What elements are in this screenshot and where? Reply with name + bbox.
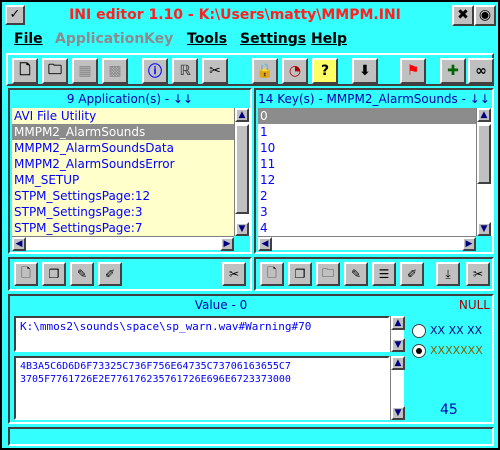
- scroll-left-icon[interactable]: ◀: [258, 237, 272, 251]
- menu-bar: File Application Key Tools Settings Help: [2, 30, 498, 50]
- copy-application-icon[interactable]: ❐: [42, 262, 66, 286]
- applications-hscrollbar[interactable]: ◀ ▶: [12, 236, 234, 251]
- delete-application-icon[interactable]: ✂: [222, 262, 246, 286]
- list-item[interactable]: MMPM2_AlarmSounds: [12, 124, 234, 140]
- scroll-down-icon[interactable]: ▼: [235, 222, 249, 236]
- menu-key[interactable]: Key: [144, 30, 173, 48]
- cut-icon[interactable]: ✂: [202, 58, 228, 84]
- scroll-up-icon[interactable]: ▲: [391, 316, 405, 330]
- download-icon[interactable]: ⬇: [352, 58, 378, 84]
- edit-application-icon[interactable]: ✐: [98, 262, 122, 286]
- restore-icon[interactable]: ◉: [474, 5, 496, 26]
- list-item[interactable]: STPM_SettingsPage:12: [12, 188, 234, 204]
- menu-help[interactable]: Help: [311, 30, 347, 48]
- new-application-icon[interactable]: 🗋: [14, 262, 38, 286]
- list-item[interactable]: 1: [258, 124, 476, 140]
- hex-format-radio[interactable]: [412, 324, 426, 338]
- add-icon[interactable]: ✚: [440, 58, 466, 84]
- move-key-icon[interactable]: ⤓: [436, 262, 460, 286]
- question-icon[interactable]: ?: [312, 58, 338, 84]
- value-header: Value - 0: [194, 298, 248, 312]
- copy-key-icon[interactable]: ❐: [288, 262, 312, 286]
- edit-key-icon[interactable]: ✎: [344, 262, 368, 286]
- applications-pane: 9 Application(s) - ↓↓ AVI File Utility M…: [8, 88, 252, 254]
- value-hex-field[interactable]: 4B3A5C6D6D6F73325C736F756E64735C73706163…: [14, 356, 390, 420]
- minimize-icon[interactable]: ✖: [452, 5, 474, 26]
- scroll-thumb[interactable]: [477, 124, 491, 184]
- list-item[interactable]: 10: [258, 140, 476, 156]
- list-item[interactable]: STPM_SettingsPage:3: [12, 204, 234, 220]
- rename-application-icon[interactable]: ✎: [70, 262, 94, 286]
- scroll-up-icon[interactable]: ▲: [391, 356, 405, 370]
- hex-format-label: XX XX XX: [430, 324, 483, 337]
- applications-list[interactable]: AVI File Utility MMPM2_AlarmSounds MMPM2…: [12, 108, 234, 236]
- rename-key-icon[interactable]: ✐: [400, 262, 424, 286]
- info-icon[interactable]: ⓘ: [142, 58, 168, 84]
- applications-toolbar: 🗋 ❐ ✎ ✐ ✂: [8, 257, 252, 291]
- value-length: 45: [440, 402, 458, 418]
- value-pane: Value - 0 NULL K:\mmos2\sounds\space\sp_…: [8, 294, 494, 424]
- ini-editor-window: ✓ INI editor 1.10 - K:\Users\matty\MMPM.…: [0, 0, 500, 450]
- scroll-up-icon[interactable]: ▲: [477, 108, 491, 122]
- keys-vscrollbar[interactable]: ▲ ▼: [476, 108, 492, 236]
- value-text: K:\mmos2\sounds\space\sp_warn.wav#Warnin…: [20, 320, 312, 333]
- applications-vscrollbar[interactable]: ▲ ▼: [234, 108, 250, 236]
- main-toolbar: 🗋 🗀 ▦ ▩ ⓘ ℝ ✂ 🔒 ◔ ? ⬇ ⚑ ✚ ∞: [6, 53, 494, 86]
- hex-line-1: 4B3A5C6D6D6F73325C736F756E64735C73706163…: [20, 361, 291, 372]
- status-bar: [8, 427, 494, 446]
- binoculars-icon[interactable]: ∞: [468, 58, 494, 84]
- list-item[interactable]: MM_SETUP: [12, 172, 234, 188]
- list-item[interactable]: 12: [258, 172, 476, 188]
- scroll-thumb[interactable]: [235, 124, 249, 214]
- new-file-icon[interactable]: 🗋: [12, 58, 38, 84]
- value-hex-vscrollbar[interactable]: ▲ ▼: [390, 356, 405, 420]
- keys-header: 14 Key(s) - MMPM2_AlarmSounds - ↓↓: [258, 92, 490, 106]
- paste-key-icon[interactable]: 🗀: [316, 262, 340, 286]
- list-item[interactable]: STPM_SettingsPage:7: [12, 220, 234, 236]
- scroll-down-icon[interactable]: ▼: [477, 222, 491, 236]
- title-bar[interactable]: ✓ INI editor 1.10 - K:\Users\matty\MMPM.…: [2, 2, 498, 30]
- x-format-radio[interactable]: [412, 344, 426, 358]
- list-item[interactable]: 11: [258, 156, 476, 172]
- list-item[interactable]: 2: [258, 188, 476, 204]
- keys-hscrollbar[interactable]: ◀ ▶: [258, 236, 476, 251]
- scroll-right-icon[interactable]: ▶: [220, 237, 234, 251]
- list-item[interactable]: MMPM2_AlarmSoundsData: [12, 140, 234, 156]
- menu-file[interactable]: File: [14, 30, 43, 48]
- x-format-label: XXXXXXX: [430, 344, 483, 357]
- scroll-down-icon[interactable]: ▼: [391, 406, 405, 420]
- open-folder-icon[interactable]: 🗀: [42, 58, 68, 84]
- system-menu-icon[interactable]: ✓: [5, 5, 25, 25]
- list-item[interactable]: MMPM2_AlarmSoundsError: [12, 156, 234, 172]
- menu-tools[interactable]: Tools: [187, 30, 227, 48]
- value-text-vscrollbar[interactable]: ▲ ▼: [390, 316, 405, 352]
- menu-application[interactable]: Application: [55, 30, 144, 48]
- menu-settings[interactable]: Settings: [240, 30, 306, 48]
- window-title: INI editor 1.10 - K:\Users\matty\MMPM.IN…: [69, 7, 401, 23]
- scroll-up-icon[interactable]: ▲: [235, 108, 249, 122]
- timer-icon[interactable]: ◔: [282, 58, 308, 84]
- null-indicator: NULL: [458, 298, 490, 312]
- keys-list[interactable]: 0 1 10 11 12 2 3 4: [258, 108, 476, 236]
- keys-toolbar: 🗋 ❐ 🗀 ✎ ☰ ✐ ⤓ ✂: [254, 257, 494, 291]
- value-text-field[interactable]: K:\mmos2\sounds\space\sp_warn.wav#Warnin…: [14, 316, 390, 352]
- scroll-down-icon[interactable]: ▼: [391, 338, 405, 352]
- applications-header: 9 Application(s) - ↓↓: [66, 92, 194, 106]
- new-key-icon[interactable]: 🗋: [260, 262, 284, 286]
- hex-line-2: 3705F7761726E2E776176235761726E696E67233…: [20, 374, 291, 385]
- list-item[interactable]: 3: [258, 204, 476, 220]
- keys-pane: 14 Key(s) - MMPM2_AlarmSounds - ↓↓ 0 1 1…: [254, 88, 494, 254]
- help-icon[interactable]: ℝ: [172, 58, 198, 84]
- scroll-right-icon[interactable]: ▶: [462, 237, 476, 251]
- save-icon[interactable]: ▦: [72, 58, 98, 84]
- scroll-left-icon[interactable]: ◀: [12, 237, 26, 251]
- list-key-icon[interactable]: ☰: [372, 262, 396, 286]
- delete-key-icon[interactable]: ✂: [466, 262, 490, 286]
- save-as-icon[interactable]: ▩: [102, 58, 128, 84]
- list-item[interactable]: AVI File Utility: [12, 108, 234, 124]
- flag-icon[interactable]: ⚑: [400, 58, 426, 84]
- list-item[interactable]: 0: [258, 108, 476, 124]
- lock-icon[interactable]: 🔒: [252, 58, 278, 84]
- list-item[interactable]: 4: [258, 220, 476, 236]
